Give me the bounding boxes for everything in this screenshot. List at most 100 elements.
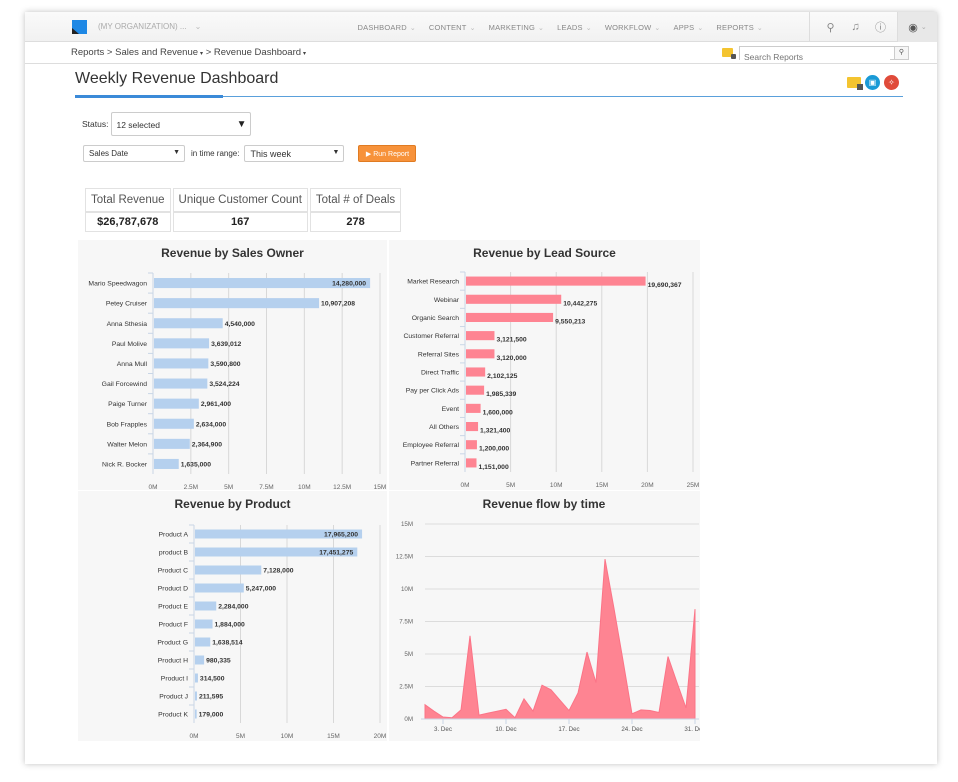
nav-content[interactable]: CONTENT ⌄ xyxy=(429,23,476,32)
chevron-down-icon: ⌄ xyxy=(756,24,763,32)
locked-folder-icon[interactable] xyxy=(847,77,863,90)
data-label: 5,247,000 xyxy=(246,586,276,593)
x-tick-label: 10. Dec xyxy=(495,726,516,733)
y-tick-label: 15M xyxy=(401,521,413,528)
category-label: Product D xyxy=(158,586,188,593)
x-tick-label: 17. Dec xyxy=(558,726,579,733)
x-tick-label: 3. Dec xyxy=(434,726,452,733)
logo-icon[interactable] xyxy=(72,20,87,34)
category-label: Product G xyxy=(157,640,188,647)
chevron-down-icon: ⌄ xyxy=(409,24,416,32)
category-label: Direct Traffic xyxy=(421,370,460,377)
search-reports: ⚲ xyxy=(739,46,909,63)
category-label: Walter Melon xyxy=(107,441,147,448)
dropdown-arrow-icon: ▼ xyxy=(332,149,340,156)
bar xyxy=(195,655,205,665)
data-label: 2,284,000 xyxy=(218,604,248,611)
data-label: 314,500 xyxy=(200,676,225,683)
org-selector[interactable]: (MY ORGANIZATION) ... ⌄ xyxy=(98,22,201,31)
category-label: Partner Referral xyxy=(411,460,460,467)
pdf-icon[interactable]: ✧ xyxy=(884,75,899,90)
kpi-value-total-revenue: $26,787,678 xyxy=(85,212,171,232)
save-icon[interactable]: ▣ xyxy=(865,75,880,90)
bar xyxy=(466,276,646,286)
bar xyxy=(154,438,190,449)
x-tick-label: 10M xyxy=(281,733,294,740)
data-label: 1,200,000 xyxy=(479,446,509,453)
title-underline xyxy=(75,95,223,98)
x-tick-label: 20M xyxy=(374,733,387,740)
category-label: Referral Sites xyxy=(418,351,460,358)
x-tick-label: 31. Dec xyxy=(684,726,700,733)
data-label: 980,335 xyxy=(206,658,231,665)
category-label: Anna Mull xyxy=(117,361,148,368)
bar xyxy=(466,294,562,304)
help-icon[interactable]: ⓘ xyxy=(868,19,893,35)
y-tick-label: 2.5M xyxy=(399,684,413,691)
x-tick-label: 25M xyxy=(687,482,700,489)
search-icon[interactable]: ⚲ xyxy=(818,21,843,34)
nav-apps[interactable]: APPS ⌄ xyxy=(674,23,704,32)
x-tick-label: 0M xyxy=(189,733,198,740)
category-label: product B xyxy=(159,550,189,557)
nav-marketing[interactable]: MARKETING ⌄ xyxy=(489,23,544,32)
x-tick-label: 15M xyxy=(327,733,340,740)
nav-dashboard[interactable]: DASHBOARD ⌄ xyxy=(358,23,416,32)
user-icon[interactable]: ◉ ⌄ xyxy=(897,12,937,42)
breadcrumb-sales-and-revenue[interactable]: Sales and Revenue xyxy=(115,47,198,58)
nav-workflow[interactable]: WORKFLOW ⌄ xyxy=(605,23,661,32)
data-label: 9,550,213 xyxy=(555,318,585,325)
run-report-button[interactable]: ▶ Run Report xyxy=(358,145,417,162)
search-button[interactable]: ⚲ xyxy=(894,47,908,59)
chevron-down-icon: ⌄ xyxy=(538,24,545,32)
breadcrumb: Reports > Sales and Revenue ▾ > Revenue D… xyxy=(71,47,306,58)
range-label: in time range: xyxy=(191,149,240,158)
x-tick-label: 10M xyxy=(298,484,311,490)
x-tick-label: 12.5M xyxy=(333,484,351,490)
dropdown-arrow-icon: ▼ xyxy=(236,119,247,130)
bell-icon[interactable]: ♫ xyxy=(843,21,868,33)
category-label: Petey Cruiser xyxy=(106,301,148,308)
data-label: 3,524,224 xyxy=(209,381,239,388)
search-input[interactable] xyxy=(740,51,890,63)
status-select[interactable]: 12 selected ▼ xyxy=(111,112,252,136)
bar xyxy=(154,338,210,349)
org-name: (MY ORGANIZATION) ... xyxy=(98,22,187,31)
kpi-header-total-deals: Total # of Deals xyxy=(309,188,402,212)
bar xyxy=(195,583,244,593)
category-label: Employee Referral xyxy=(403,442,460,449)
bar xyxy=(466,367,486,377)
category-label: Product H xyxy=(158,658,188,665)
dropdown-icon[interactable]: ▾ xyxy=(200,51,203,57)
data-label: 3,590,800 xyxy=(210,361,240,368)
bar xyxy=(466,349,495,359)
time-range-select[interactable]: This week ▼ xyxy=(244,145,345,162)
chevron-down-icon: ⌄ xyxy=(585,24,592,32)
breadcrumb-reports[interactable]: Reports xyxy=(71,47,104,58)
breadcrumb-revenue-dashboard[interactable]: Revenue Dashboard xyxy=(214,47,301,58)
chevron-down-icon: ⌄ xyxy=(654,24,661,32)
nav-leads[interactable]: LEADS ⌄ xyxy=(557,23,592,32)
x-tick-label: 10M xyxy=(550,482,563,489)
date-field-select[interactable]: Sales Date ▼ xyxy=(83,145,185,162)
page-title: Weekly Revenue Dashboard xyxy=(75,70,279,87)
bar xyxy=(154,318,223,329)
x-tick-label: 5M xyxy=(224,484,233,490)
nav-reports[interactable]: REPORTS ⌄ xyxy=(716,23,763,32)
category-label: Product K xyxy=(158,712,188,719)
nav-menu: DASHBOARD ⌄ CONTENT ⌄ MARKETING ⌄ LEADS ⌄ WO… xyxy=(345,12,763,42)
chart-title: Revenue flow by time xyxy=(483,497,606,511)
bar xyxy=(466,312,554,322)
locked-folder-icon[interactable] xyxy=(722,48,736,59)
dropdown-icon[interactable]: ▾ xyxy=(303,51,306,57)
bar xyxy=(154,378,208,389)
category-label: Pay per Click Ads xyxy=(406,388,460,395)
x-tick-label: 15M xyxy=(374,484,387,490)
bar xyxy=(195,673,198,683)
bar xyxy=(466,458,477,468)
kpi-table: Total Revenue Unique Customer Count Tota… xyxy=(83,188,403,232)
category-label: Product E xyxy=(158,604,188,611)
category-label: Product F xyxy=(159,622,188,629)
bar xyxy=(154,398,199,409)
bar xyxy=(195,691,197,701)
